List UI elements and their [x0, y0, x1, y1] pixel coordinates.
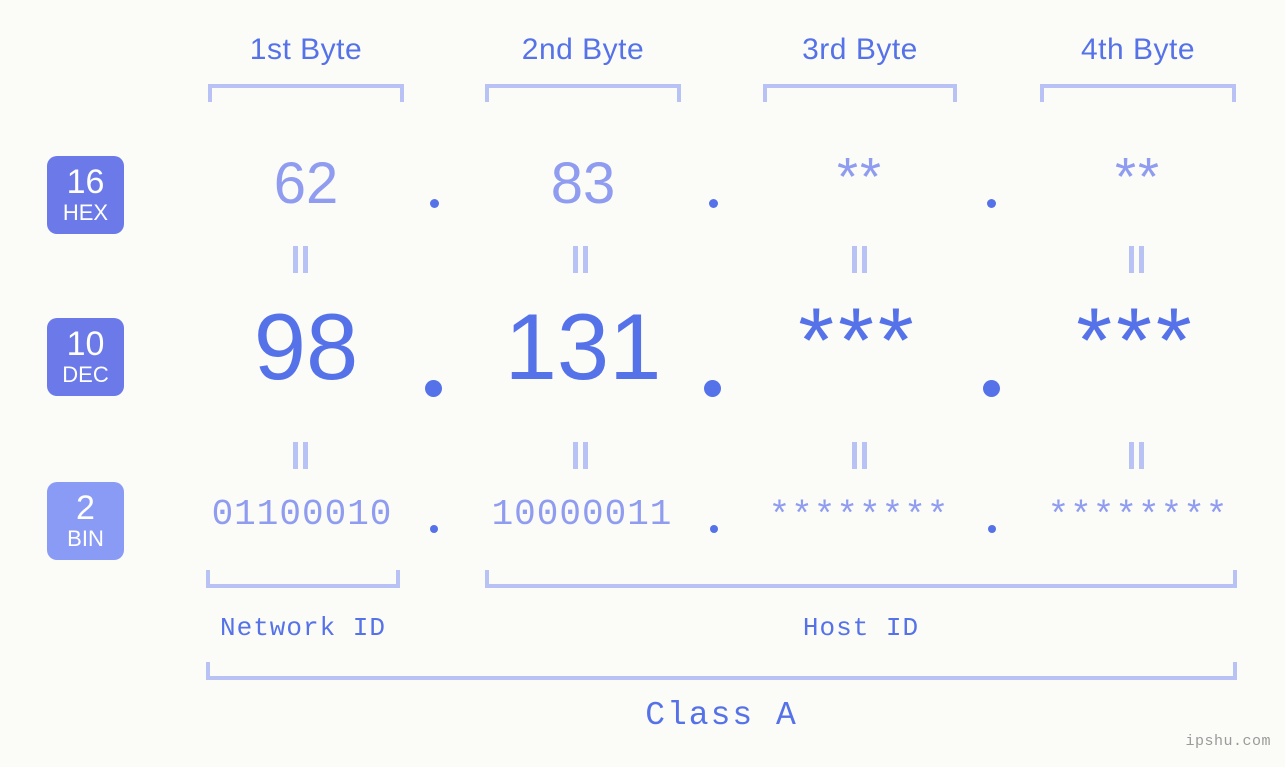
class-label: Class A — [645, 697, 798, 734]
network-id-bracket — [206, 570, 400, 588]
equals-mark-hex-dec-1 — [292, 246, 309, 273]
byte-header-3: 3rd Byte — [802, 33, 918, 66]
base-badge-bin-number: 2 — [76, 488, 95, 527]
byte-header-1: 1st Byte — [249, 33, 363, 66]
bin-byte-2-value: 10000011 — [491, 494, 673, 535]
byte-bracket-4 — [1040, 84, 1236, 102]
network-id-label: Network ID — [219, 613, 387, 643]
hex-separator-dot-2 — [709, 199, 718, 208]
ip-byte-breakdown-diagram: 1st Byte 2nd Byte 3rd Byte 4th Byte 16 H… — [0, 0, 1285, 767]
base-badge-dec-name: DEC — [62, 362, 109, 388]
equals-mark-hex-dec-3 — [851, 246, 868, 273]
host-id-bracket — [485, 570, 1237, 588]
base-badge-hex: 16 HEX — [47, 156, 124, 234]
base-badge-dec: 10 DEC — [47, 318, 124, 396]
equals-mark-dec-bin-4 — [1128, 442, 1145, 469]
base-badge-hex-name: HEX — [62, 200, 109, 226]
dec-separator-dot-3 — [983, 380, 1000, 397]
dec-byte-4-value: *** — [1076, 290, 1196, 392]
bin-separator-dot-2 — [710, 525, 718, 533]
byte-bracket-3 — [763, 84, 957, 102]
byte-header-2: 2nd Byte — [521, 33, 645, 66]
site-watermark: ipshu.com — [1185, 733, 1271, 750]
hex-byte-1-value: 62 — [273, 151, 339, 216]
hex-byte-3-value: ** — [836, 147, 884, 207]
bin-separator-dot-1 — [430, 525, 438, 533]
dec-byte-2-value: 131 — [504, 294, 662, 399]
hex-byte-4-value: ** — [1114, 147, 1162, 207]
host-id-label: Host ID — [802, 613, 920, 643]
dec-separator-dot-1 — [425, 380, 442, 397]
bin-byte-4-value: ******** — [1047, 496, 1229, 537]
byte-header-4: 4th Byte — [1080, 33, 1196, 66]
bin-separator-dot-3 — [988, 525, 996, 533]
class-bracket — [206, 662, 1237, 680]
hex-byte-2-value: 83 — [550, 151, 616, 216]
dec-byte-1-value: 98 — [253, 294, 359, 399]
equals-mark-dec-bin-2 — [572, 442, 589, 469]
base-badge-bin: 2 BIN — [47, 482, 124, 560]
equals-mark-hex-dec-2 — [572, 246, 589, 273]
equals-mark-dec-bin-1 — [292, 442, 309, 469]
base-badge-bin-name: BIN — [67, 526, 104, 552]
hex-separator-dot-3 — [987, 199, 996, 208]
base-badge-hex-number: 16 — [66, 162, 105, 201]
dec-byte-3-value: *** — [798, 290, 918, 392]
byte-bracket-1 — [208, 84, 404, 102]
equals-mark-hex-dec-4 — [1128, 246, 1145, 273]
hex-separator-dot-1 — [430, 199, 439, 208]
base-badge-dec-number: 10 — [66, 324, 105, 363]
dec-separator-dot-2 — [704, 380, 721, 397]
equals-mark-dec-bin-3 — [851, 442, 868, 469]
bin-byte-1-value: 01100010 — [211, 494, 393, 535]
bin-byte-3-value: ******** — [768, 496, 950, 537]
byte-bracket-2 — [485, 84, 681, 102]
